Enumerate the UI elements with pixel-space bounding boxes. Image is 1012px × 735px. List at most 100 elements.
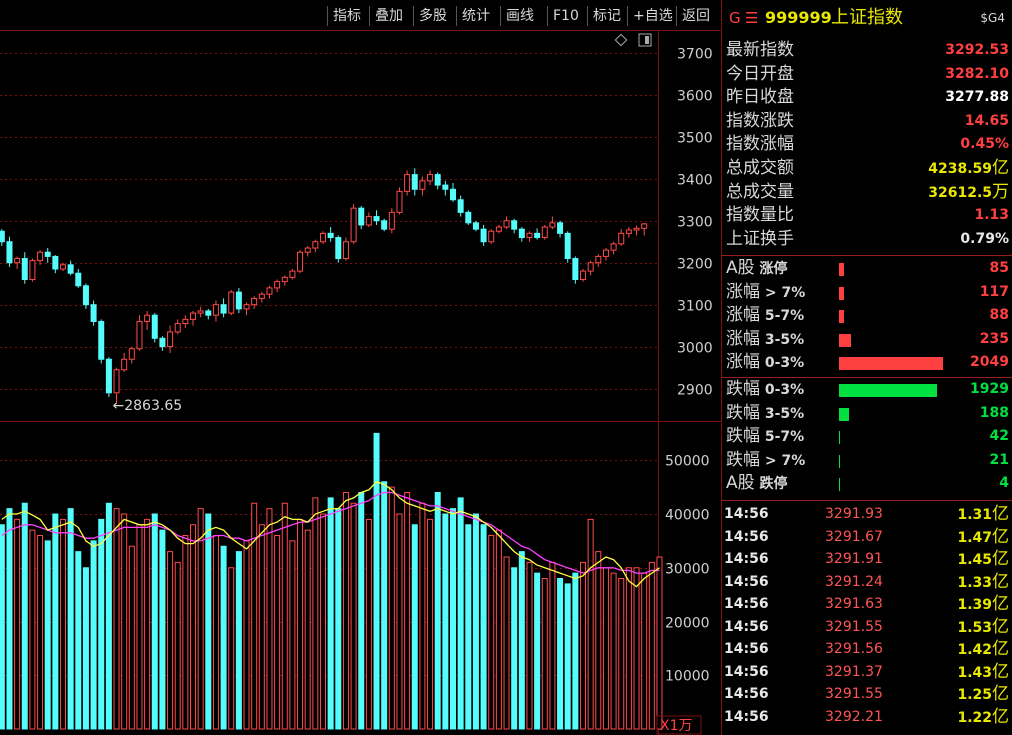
toolbar-item-3[interactable]: 统计	[462, 5, 490, 27]
breadth-row: 跌幅 0-3% 1929	[723, 378, 1012, 401]
candle-body	[404, 174, 411, 192]
breadth-label: 涨幅 0-3%	[726, 351, 804, 375]
tick-volume-number: 1.45	[957, 552, 992, 568]
toolbar-item-2[interactable]: 多股	[419, 5, 447, 27]
toolbar-item-6[interactable]: 标记	[593, 5, 621, 27]
breadth-row: 跌幅 5-7% 42	[723, 425, 1012, 448]
tick-volume-unit: 亿	[992, 684, 1009, 704]
candle-body	[549, 222, 556, 228]
candle-body	[67, 264, 74, 274]
candle-body	[610, 243, 617, 251]
toolbar-separator	[327, 6, 328, 26]
breadth-label-range: 0-3%	[760, 355, 805, 372]
stat-number: 3292.53	[945, 42, 1009, 58]
candle-body	[205, 310, 212, 316]
toolbar-separator	[676, 6, 677, 26]
group-badge[interactable]: $G4	[980, 6, 1005, 30]
volume-bar	[136, 524, 143, 730]
toolbar-item-1[interactable]: 叠加	[375, 5, 403, 27]
volume-bar	[404, 492, 411, 730]
chart-area[interactable]: 2900 3000 3100 3200 3300 3400 3500 3600 3700 ←286…	[0, 0, 722, 735]
toolbar-item-0[interactable]: 指标	[333, 5, 361, 27]
volume-bar	[541, 578, 548, 730]
stat-row: 指数量比 1.13	[723, 204, 1012, 227]
breadth-label-range: 3-5%	[760, 405, 805, 422]
candle-body	[419, 180, 426, 190]
candle-body	[144, 314, 151, 322]
candle-body	[82, 285, 89, 306]
stat-label: 昨日收盘	[726, 87, 794, 108]
stat-value: 32612.5万	[928, 181, 1009, 205]
breadth-label-main: 跌幅	[726, 402, 760, 423]
tick-time: 14:56	[724, 686, 769, 702]
candle-body	[335, 237, 342, 260]
candle-body	[113, 369, 120, 394]
tick-volume-unit: 亿	[992, 661, 1009, 682]
menu-icon[interactable]: ☰	[745, 6, 758, 30]
volume-bar	[557, 578, 564, 730]
tick-price: 3291.24	[825, 573, 883, 590]
stock-code: 999999	[765, 8, 832, 27]
candle-body	[75, 272, 82, 287]
candle-body	[220, 304, 227, 314]
stat-value: 0.79%	[960, 228, 1009, 251]
volume-bar	[174, 561, 181, 730]
candle-body	[190, 312, 196, 320]
candle-body	[289, 270, 296, 278]
stat-value: 4238.59亿	[928, 157, 1009, 181]
volume-bar	[365, 518, 372, 730]
divider-line	[722, 377, 1012, 378]
candle-body	[358, 207, 365, 226]
volume-bar	[495, 529, 502, 730]
price-axis-tick: 3200	[677, 257, 713, 273]
tick-volume: 1.47亿	[957, 526, 1009, 549]
breadth-row: 跌幅 3-5% 188	[723, 402, 1012, 425]
toolbar-item-7[interactable]: +自选	[633, 5, 673, 27]
tick-volume-unit: 亿	[992, 706, 1009, 727]
volume-bar	[128, 545, 135, 730]
volume-bar	[388, 486, 395, 730]
volume-bar	[144, 518, 151, 730]
candle-body	[587, 262, 594, 272]
candle-body	[625, 229, 632, 234]
volume-bar	[182, 535, 189, 730]
volume-bar	[396, 513, 403, 730]
price-axis-tick: 3600	[677, 89, 713, 105]
volume-bar	[518, 551, 525, 730]
volume-bar	[549, 561, 556, 730]
tick-volume-number: 1.25	[957, 687, 992, 703]
tick-volume-unit: 亿	[992, 639, 1009, 659]
volume-bar	[190, 524, 196, 730]
toolbar-item-4[interactable]: 画线	[506, 5, 534, 27]
stat-value: 0.45%	[960, 133, 1009, 156]
breadth-label-range: 3-5%	[760, 331, 805, 348]
toolbar-item-8[interactable]: 返回	[682, 5, 710, 27]
candle-body	[105, 358, 112, 394]
candle-body	[304, 247, 311, 253]
panel-toggle-icon-fill	[645, 36, 649, 44]
candle-body	[488, 230, 495, 243]
candle-body	[29, 260, 36, 281]
candle-body	[281, 276, 288, 283]
tick-row: 14:56 3291.37 1.43亿	[723, 661, 1012, 683]
volume-bar	[212, 535, 219, 730]
volume-bar	[472, 513, 479, 730]
breadth-bar	[839, 333, 851, 347]
breadth-bar	[839, 454, 840, 468]
candle-body	[541, 226, 548, 239]
breadth-label-main: 涨幅	[726, 281, 760, 302]
breadth-count: 188	[979, 404, 1009, 421]
toolbar-item-5[interactable]: F10	[553, 5, 579, 27]
candle-body	[633, 227, 640, 231]
stat-number: 14.65	[964, 112, 1009, 129]
tick-volume-unit: 亿	[992, 526, 1009, 547]
candle-body	[373, 216, 380, 222]
tick-volume-number: 1.39	[957, 597, 992, 613]
stat-label: 指数量比	[726, 205, 794, 226]
tick-row: 14:56 3291.91 1.45亿	[723, 548, 1012, 570]
volume-bar	[0, 524, 5, 730]
volume-bar	[656, 556, 663, 730]
volume-bar	[434, 492, 441, 730]
candle-body	[121, 358, 128, 371]
volume-bar	[503, 556, 510, 730]
